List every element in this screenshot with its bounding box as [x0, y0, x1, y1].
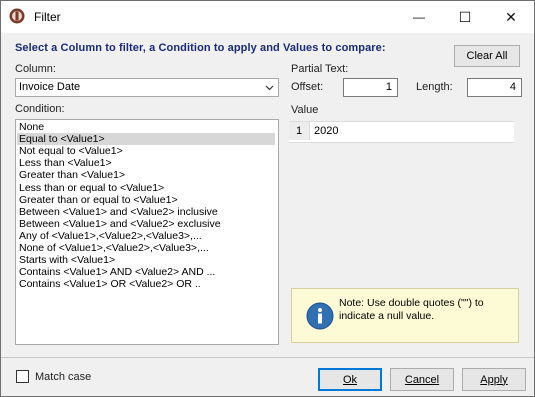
null-value-note: Note: Use double quotes ("") to indicate… — [291, 288, 519, 343]
length-field[interactable]: 4 — [467, 78, 522, 97]
condition-item[interactable]: Between <Value1> and <Value2> exclusive — [17, 218, 275, 230]
value-row-index[interactable]: 1 — [289, 122, 310, 140]
close-icon: ✕ — [505, 8, 517, 25]
column-dropdown-value: Invoice Date — [19, 81, 81, 93]
condition-item[interactable]: Less than <Value1> — [17, 157, 275, 169]
window-title: Filter — [34, 10, 61, 24]
value-label: Value — [291, 104, 319, 116]
condition-label: Condition: — [15, 103, 65, 115]
clear-all-label: Clear All — [466, 50, 508, 62]
maximize-icon: ☐ — [458, 8, 472, 25]
condition-item[interactable]: Not equal to <Value1> — [17, 145, 275, 157]
cancel-button[interactable]: Cancel — [390, 368, 454, 391]
apply-button[interactable]: Apply — [462, 368, 526, 391]
condition-item[interactable]: Equal to <Value1> — [17, 133, 275, 146]
info-icon — [306, 302, 334, 330]
condition-item[interactable]: Contains <Value1> AND <Value2> AND ... — [17, 266, 275, 278]
clear-all-button[interactable]: Clear All — [454, 45, 520, 67]
match-case-checkbox[interactable] — [16, 370, 29, 383]
condition-item[interactable]: None of <Value1>,<Value2>,<Value3>,... — [17, 242, 275, 254]
condition-list[interactable]: None Equal to <Value1> Not equal to <Value… — [15, 119, 279, 345]
condition-item[interactable]: None — [17, 121, 275, 133]
minimize-button[interactable]: — — [396, 1, 442, 33]
value-grid[interactable]: 1 2020 — [289, 121, 514, 143]
maximize-button[interactable]: ☐ — [442, 1, 488, 33]
condition-item[interactable]: Starts with <Value1> — [17, 254, 275, 266]
dialog-heading: Select a Column to filter, a Condition t… — [15, 42, 386, 54]
column-dropdown[interactable]: Invoice Date — [15, 78, 279, 97]
ok-button[interactable]: Ok — [318, 368, 382, 391]
match-case-label[interactable]: Match case — [35, 371, 91, 383]
condition-item[interactable]: Greater than or equal to <Value1> — [17, 194, 275, 206]
value-cell[interactable]: 2020 — [314, 122, 338, 140]
minimize-icon: — — [413, 10, 425, 24]
ok-label: Ok — [342, 373, 358, 386]
app-icon — [9, 8, 25, 24]
title-bar: Filter — ☐ ✕ — [1, 1, 534, 33]
close-button[interactable]: ✕ — [488, 1, 534, 33]
apply-label: Apply — [480, 373, 508, 386]
offset-field[interactable]: 1 — [343, 78, 398, 97]
footer-divider — [1, 357, 534, 358]
column-label: Column: — [15, 63, 56, 75]
note-text: Note: Use double quotes ("") to indicate… — [339, 297, 484, 322]
condition-item[interactable]: Any of <Value1>,<Value2>,<Value3>,... — [17, 230, 275, 242]
chevron-down-icon — [265, 85, 274, 91]
offset-label: Offset: — [291, 81, 324, 93]
length-label: Length: — [416, 81, 453, 93]
filter-dialog: Filter — ☐ ✕ Select a Column to filter, … — [0, 0, 535, 397]
partial-text-label: Partial Text: — [291, 63, 349, 75]
condition-item[interactable]: Contains <Value1> OR <Value2> OR .. — [17, 278, 275, 290]
condition-item[interactable]: Less than or equal to <Value1> — [17, 182, 275, 194]
condition-item[interactable]: Between <Value1> and <Value2> inclusive — [17, 206, 275, 218]
condition-item[interactable]: Greater than <Value1> — [17, 169, 275, 181]
cancel-label: Cancel — [404, 373, 440, 386]
